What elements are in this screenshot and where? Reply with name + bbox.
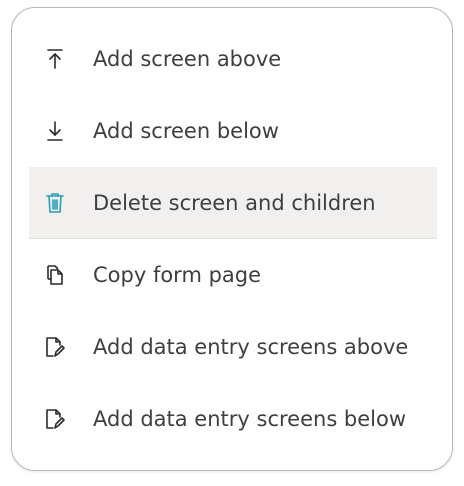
menu-item-delete-screen-and-children[interactable]: Delete screen and children xyxy=(29,167,437,239)
menu-item-label: Copy form page xyxy=(93,263,262,287)
menu-item-add-screen-above[interactable]: Add screen above xyxy=(29,23,437,95)
menu-item-label: Add data entry screens above xyxy=(93,335,409,359)
context-menu: Add screen above Add screen below Delete… xyxy=(11,7,453,471)
menu-item-add-screen-below[interactable]: Add screen below xyxy=(29,95,437,167)
menu-item-add-data-entry-screens-above[interactable]: Add data entry screens above xyxy=(29,311,437,383)
file-edit-icon xyxy=(41,335,69,359)
arrow-up-to-line-icon xyxy=(41,47,69,71)
copy-icon xyxy=(41,263,69,287)
menu-item-copy-form-page[interactable]: Copy form page xyxy=(29,239,437,311)
trash-icon xyxy=(41,191,69,215)
menu-item-label: Add data entry screens below xyxy=(93,407,407,431)
arrow-down-to-line-icon xyxy=(41,119,69,143)
context-menu-list: Add screen above Add screen below Delete… xyxy=(29,23,437,455)
menu-item-label: Add screen below xyxy=(93,119,279,143)
file-edit-icon xyxy=(41,407,69,431)
menu-item-add-data-entry-screens-below[interactable]: Add data entry screens below xyxy=(29,383,437,455)
menu-item-label: Add screen above xyxy=(93,47,282,71)
menu-item-label: Delete screen and children xyxy=(93,191,376,215)
